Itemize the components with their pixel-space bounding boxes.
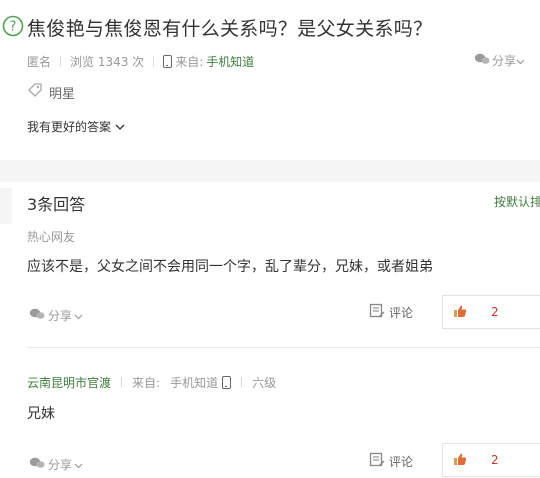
answer-text: 兄妹	[27, 406, 55, 422]
answer-share-button[interactable]: 分享	[29, 307, 86, 324]
phone-icon	[222, 375, 232, 389]
question-title: 焦俊艳与焦俊恩有什么关系吗？是父女关系吗？	[27, 18, 433, 40]
share-icon	[474, 53, 492, 68]
share-icon	[29, 308, 48, 323]
svg-text:?: ?	[10, 20, 17, 35]
source-name: 手机知道	[170, 375, 219, 390]
chevron-down-icon	[111, 120, 125, 134]
share-label: 分享	[48, 309, 73, 323]
question-meta: 匿名 浏览 1343 次 来自: 手机知道	[27, 53, 254, 69]
section-gap	[0, 160, 540, 182]
meta-divider	[121, 377, 123, 387]
chevron-down-icon	[516, 54, 527, 68]
like-count: 2	[491, 305, 499, 319]
source-label: 来自:	[175, 54, 204, 69]
share-label: 分享	[48, 458, 73, 472]
like-button[interactable]: 2	[442, 295, 540, 329]
comment-button[interactable]: 评论	[369, 452, 413, 471]
like-count: 2	[491, 453, 499, 467]
answer-text: 应该不是，父女之间不会用同一个字，乱了辈分，兄妹，或者姐弟	[27, 259, 433, 275]
tag-item[interactable]: 明星	[27, 82, 75, 102]
source-label: 来自:	[132, 375, 161, 390]
meta-divider	[60, 56, 62, 66]
user-level: 六级	[252, 375, 277, 390]
answer-meta: 云南昆明市官渡 来自: 手机知道 六级	[27, 374, 276, 390]
comment-label: 评论	[389, 306, 414, 320]
answer-share-button[interactable]: 分享	[29, 456, 86, 473]
answer-divider	[27, 347, 540, 348]
comment-button[interactable]: 评论	[369, 303, 413, 322]
tag-label: 明星	[49, 86, 76, 102]
better-answer-label: 我有更好的答案	[27, 120, 112, 134]
comment-icon	[369, 452, 389, 471]
share-icon	[29, 457, 48, 472]
thumbs-up-icon	[453, 451, 467, 470]
answers-section	[0, 182, 540, 478]
section-accent	[0, 188, 12, 224]
like-button[interactable]: 2	[442, 443, 540, 477]
comment-label: 评论	[389, 455, 414, 469]
answers-count: 3条回答	[27, 195, 86, 214]
comment-icon	[369, 303, 389, 322]
question-share-button[interactable]: 分享	[474, 52, 527, 69]
source-link[interactable]: 手机知道	[206, 53, 254, 70]
share-label: 分享	[492, 54, 517, 68]
view-count: 浏览 1343 次	[70, 54, 145, 69]
question-mark-icon: ?	[2, 15, 24, 37]
chevron-down-icon	[74, 458, 86, 472]
question-header: ? 焦俊艳与焦俊恩有什么关系吗？是父女关系吗？ 匿名 浏览 1343 次 来自:…	[0, 0, 540, 160]
phone-icon	[163, 54, 173, 68]
tag-icon	[27, 82, 49, 102]
sort-default-button[interactable]: 按默认排	[494, 193, 540, 210]
answer-user: 热心网友	[27, 230, 76, 244]
better-answer-button[interactable]: 我有更好的答案	[27, 118, 125, 135]
answer-user-link[interactable]: 云南昆明市官渡	[27, 374, 111, 391]
meta-divider	[241, 377, 243, 387]
thumbs-up-icon	[453, 303, 467, 322]
meta-divider	[153, 56, 155, 66]
chevron-down-icon	[74, 309, 86, 323]
question-author: 匿名	[27, 54, 52, 69]
